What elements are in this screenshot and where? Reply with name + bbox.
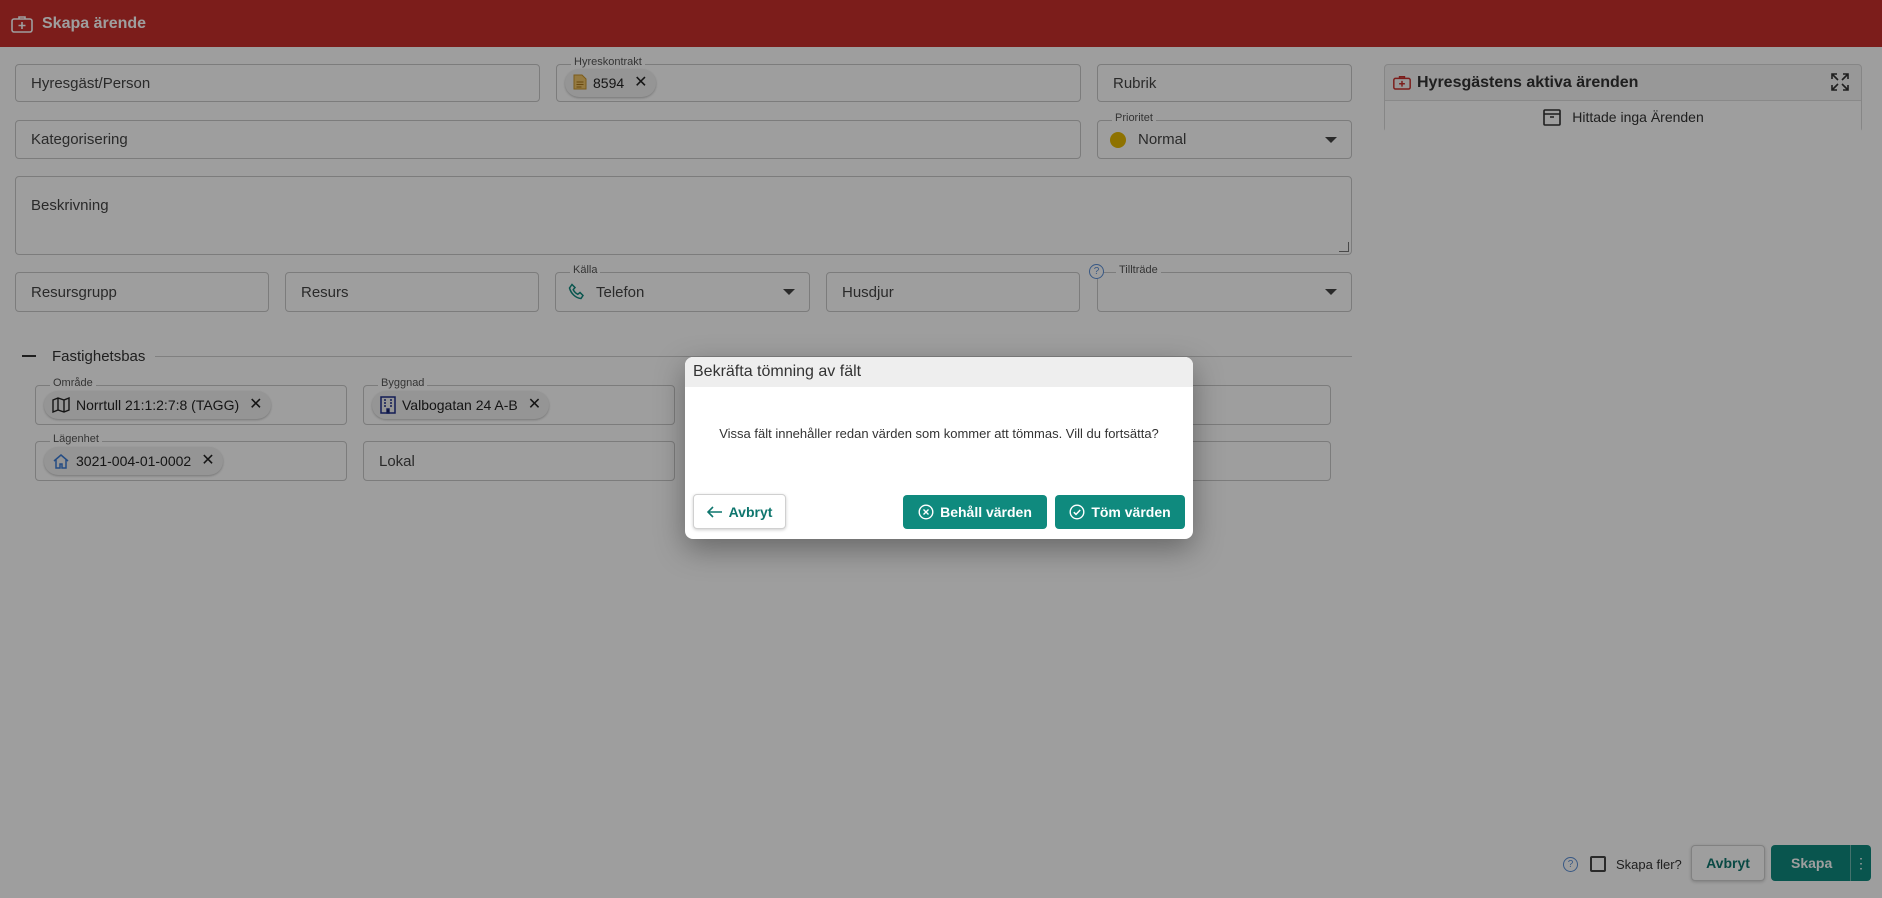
arrow-left-icon <box>706 505 723 518</box>
keep-values-button[interactable]: Behåll värden <box>903 495 1047 529</box>
dialog-cancel-label: Avbryt <box>728 503 773 520</box>
dialog-cancel-button[interactable]: Avbryt <box>693 494 786 529</box>
confirm-clear-dialog: Bekräfta tömning av fält Vissa fält inne… <box>685 357 1193 539</box>
keep-values-label: Behåll värden <box>940 504 1032 520</box>
dialog-message: Vissa fält innehåller redan värden som k… <box>719 425 1159 441</box>
check-circle-icon <box>1069 504 1085 520</box>
dialog-title: Bekräfta tömning av fält <box>685 357 1193 387</box>
clear-values-label: Töm värden <box>1091 504 1171 520</box>
clear-values-button[interactable]: Töm värden <box>1055 495 1185 529</box>
cancel-circle-icon <box>918 504 934 520</box>
